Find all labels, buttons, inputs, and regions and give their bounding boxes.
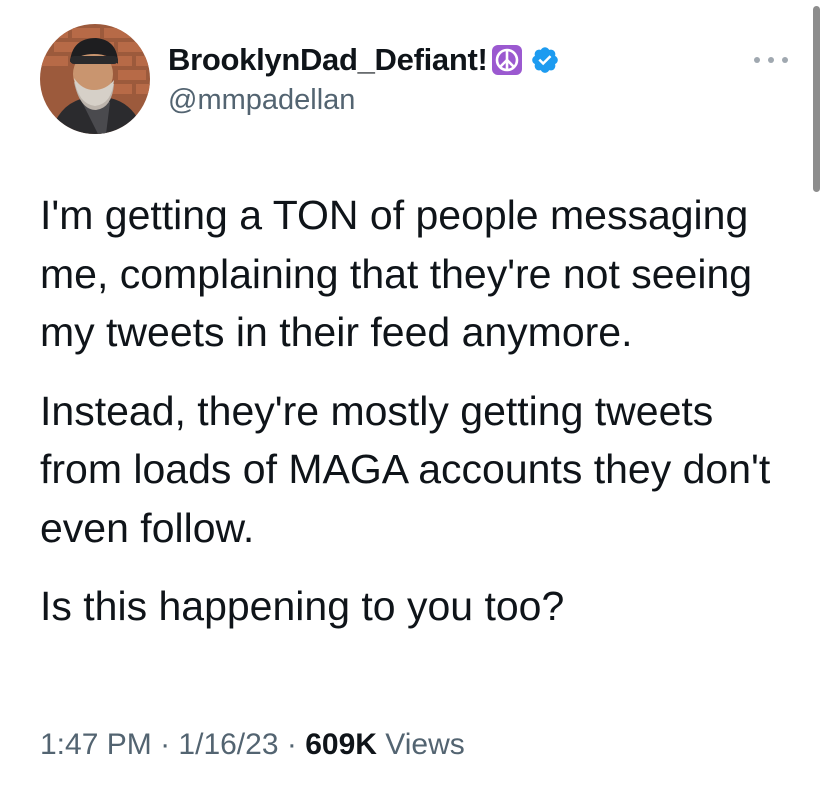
meta-separator: · <box>160 728 171 761</box>
author-name-row: BrooklynDad_Defiant! <box>168 40 560 80</box>
author-handle[interactable]: @mmpadellan <box>168 84 355 117</box>
tweet-paragraph: Is this happening to you too? <box>40 583 565 629</box>
display-name[interactable]: BrooklynDad_Defiant! <box>168 42 488 78</box>
views-count: 609K <box>305 728 377 761</box>
peace-symbol-icon <box>491 45 522 75</box>
more-dot <box>782 57 788 63</box>
tweet-text: I'm getting a TON of people messaging me… <box>40 186 800 656</box>
scrollbar[interactable] <box>813 6 820 192</box>
tweet-paragraph: Instead, they're mostly getting tweets f… <box>40 387 771 551</box>
more-dot <box>754 57 760 63</box>
avatar[interactable] <box>40 24 150 134</box>
tweet: BrooklynDad_Defiant! @mmpadellan I'm get… <box>0 0 828 788</box>
tweet-time[interactable]: 1:47 PM <box>40 728 152 761</box>
verified-badge-icon[interactable] <box>530 45 560 75</box>
tweet-meta: 1:47 PM · 1/16/23 · 609K Views <box>40 728 465 762</box>
views-label: Views <box>385 728 465 761</box>
avatar-image <box>40 24 150 134</box>
tweet-date[interactable]: 1/16/23 <box>178 728 278 761</box>
more-options-icon[interactable] <box>754 50 788 70</box>
more-dot <box>768 57 774 63</box>
tweet-paragraph: I'm getting a TON of people messaging me… <box>40 192 753 355</box>
meta-separator: · <box>286 728 297 761</box>
